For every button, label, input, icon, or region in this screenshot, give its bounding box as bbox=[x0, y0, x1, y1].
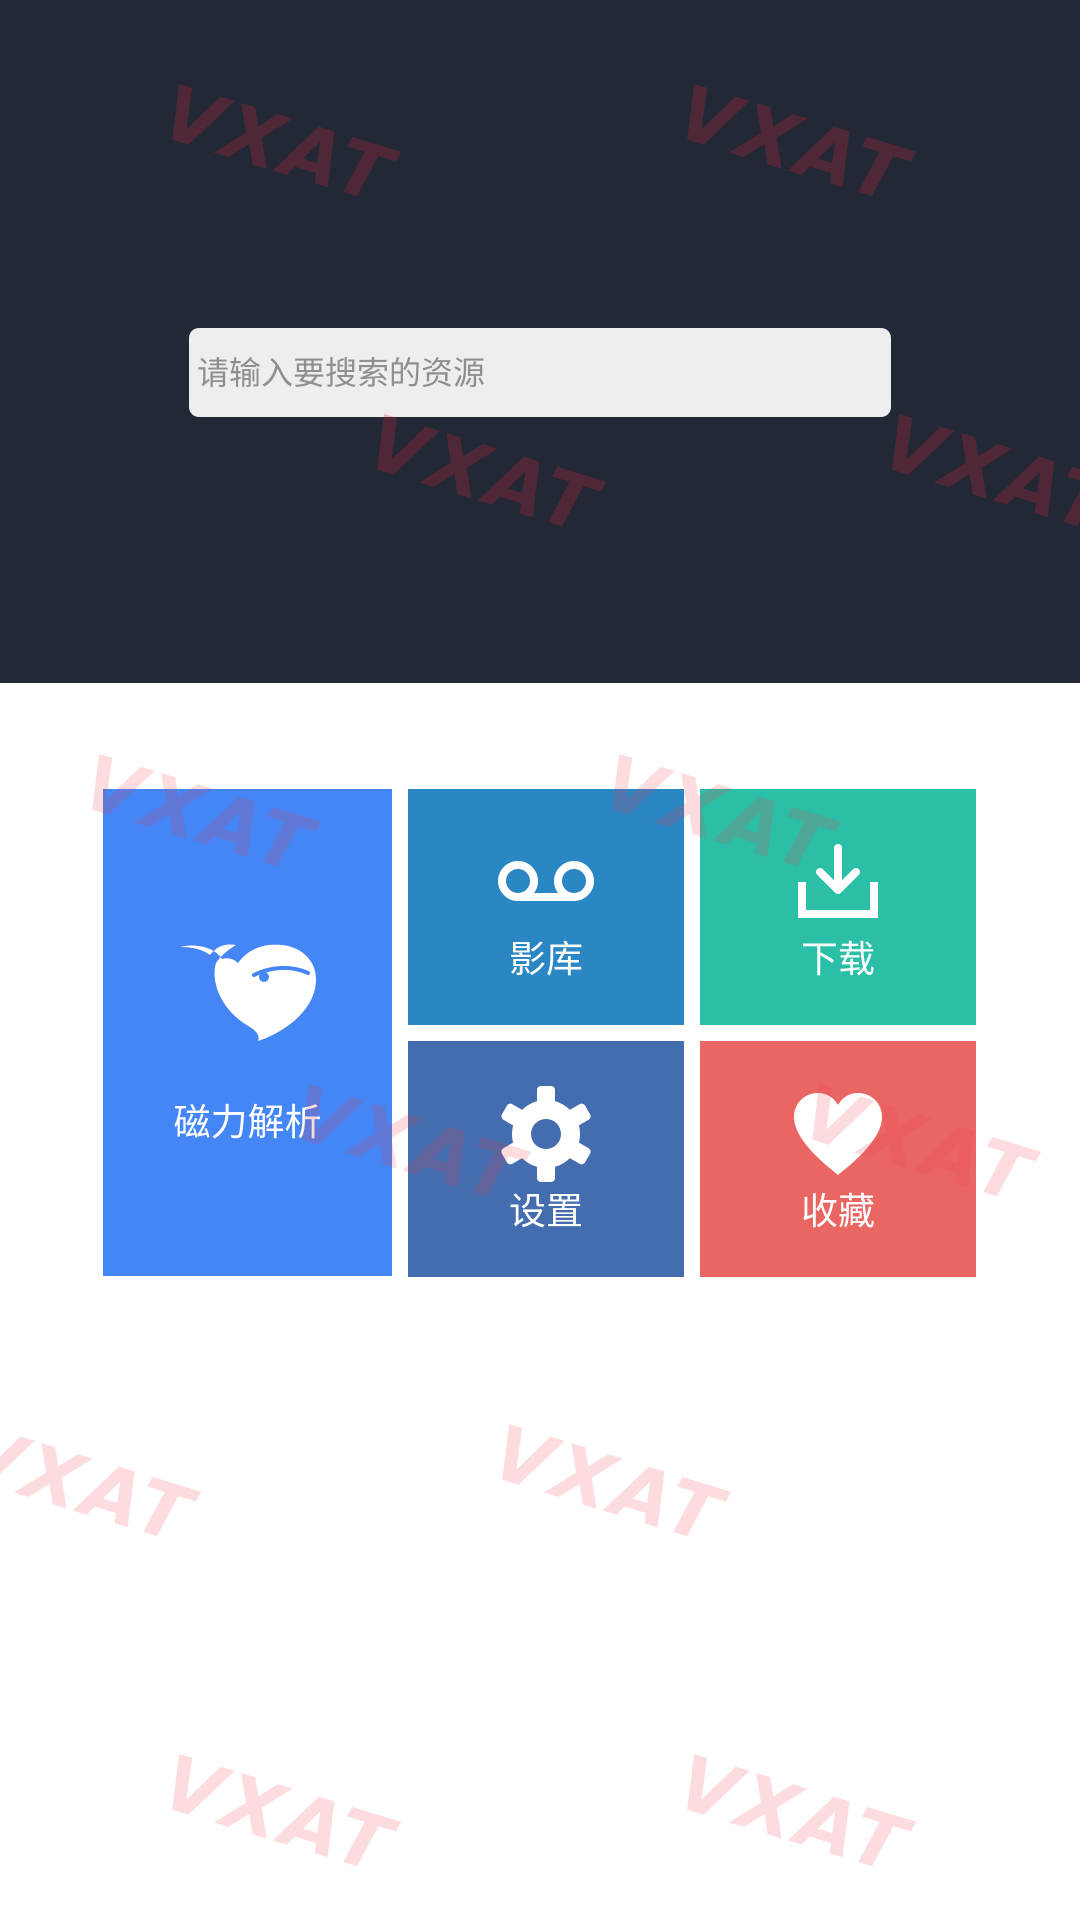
library-tile[interactable]: 影库 bbox=[408, 789, 684, 1025]
gear-icon bbox=[501, 1086, 591, 1182]
magnet-parse-tile[interactable]: 磁力解析 bbox=[103, 789, 392, 1276]
settings-label: 设置 bbox=[509, 1190, 583, 1233]
search-input[interactable] bbox=[189, 328, 891, 417]
watermark-logo: VXAT bbox=[667, 1737, 920, 1892]
download-tile[interactable]: 下载 bbox=[700, 789, 976, 1025]
heart-icon bbox=[794, 1093, 882, 1175]
whale-icon bbox=[179, 944, 316, 1041]
settings-tile[interactable]: 设置 bbox=[408, 1041, 684, 1277]
watermark-logo: VXAT bbox=[152, 1737, 405, 1892]
favorites-label: 收藏 bbox=[801, 1190, 875, 1233]
magnet-parse-label: 磁力解析 bbox=[173, 1101, 322, 1144]
download-label: 下载 bbox=[801, 938, 875, 981]
download-icon bbox=[798, 844, 878, 918]
voicemail-icon bbox=[498, 861, 594, 901]
library-label: 影库 bbox=[509, 938, 583, 981]
favorites-tile[interactable]: 收藏 bbox=[700, 1041, 976, 1277]
watermark-logo: VXAT bbox=[482, 1407, 735, 1562]
watermark-logo: VXAT bbox=[0, 1407, 205, 1562]
